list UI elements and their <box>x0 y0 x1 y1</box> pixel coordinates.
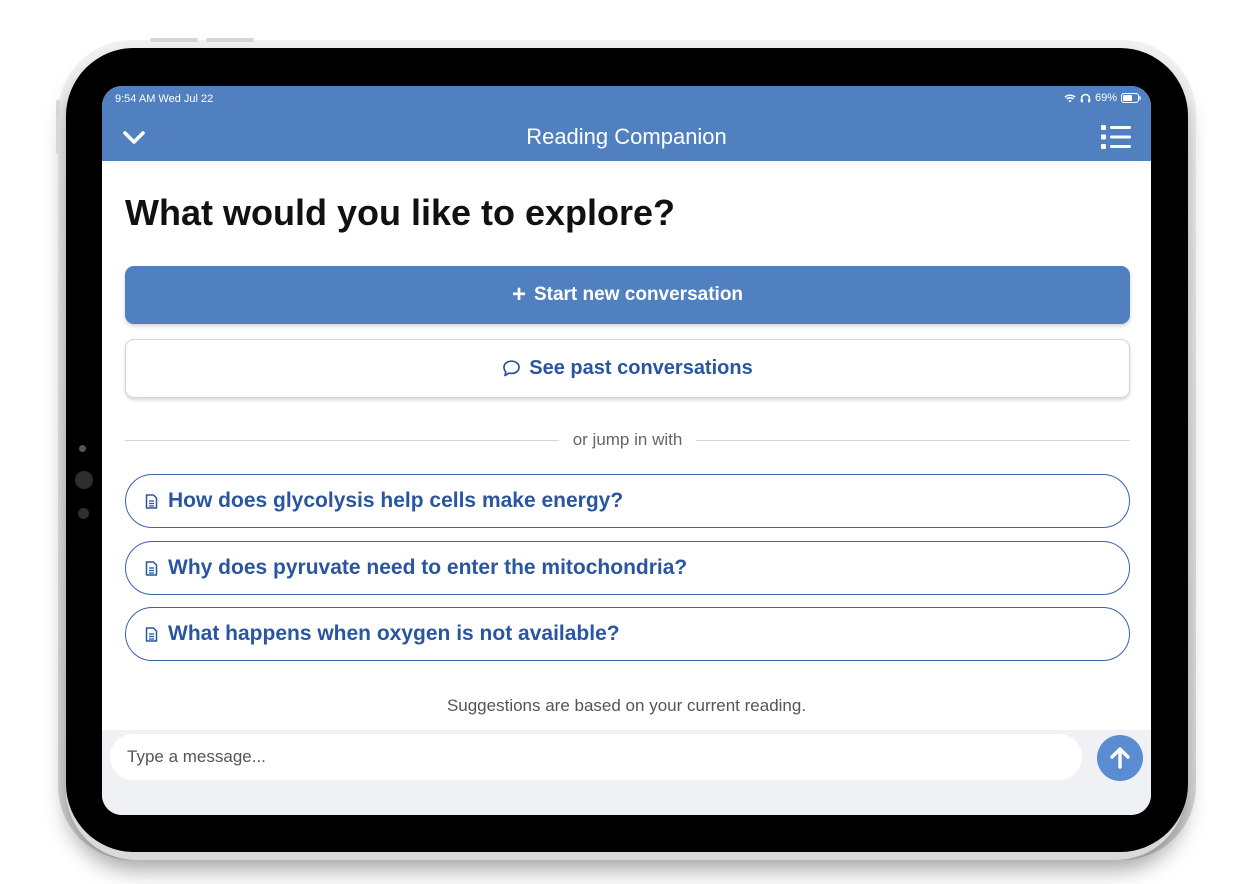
headphones-icon <box>1080 93 1091 103</box>
top-bar: 9:54 AM Wed Jul 22 69% Reading Companion <box>102 86 1151 161</box>
camera-sensor <box>78 508 89 519</box>
divider-line-right <box>696 439 1131 441</box>
document-icon <box>145 626 158 642</box>
section-divider: or jump in with <box>125 428 1131 452</box>
list-icon[interactable] <box>1100 124 1132 150</box>
document-icon <box>145 560 158 576</box>
suggestion-label: How does glycolysis help cells make ener… <box>168 489 624 512</box>
app-screen: 9:54 AM Wed Jul 22 69% Reading Companion <box>102 86 1151 815</box>
arrow-up-icon <box>1110 747 1130 769</box>
camera-dot-small <box>79 445 86 452</box>
plus-icon: + <box>511 281 526 308</box>
document-icon <box>145 493 158 509</box>
top-side-button <box>56 100 60 154</box>
camera-lens <box>75 471 93 489</box>
past-conversations-button[interactable]: See past conversations <box>125 339 1130 398</box>
suggestion-chip-2[interactable]: Why does pyruvate need to enter the mito… <box>125 541 1130 595</box>
start-conversation-label: Start new conversation <box>533 284 744 305</box>
divider-line-left <box>125 439 559 441</box>
suggestion-chip-1[interactable]: How does glycolysis help cells make ener… <box>125 474 1130 528</box>
suggestions-footnote: Suggestions are based on your current re… <box>446 696 807 715</box>
message-composer <box>102 730 1151 815</box>
message-input[interactable] <box>110 734 1082 780</box>
battery-icon <box>1121 93 1141 103</box>
volume-down-button <box>206 38 254 42</box>
divider-text: or jump in with <box>572 430 683 449</box>
send-button[interactable] <box>1097 735 1143 781</box>
past-conversations-label: See past conversations <box>529 357 753 379</box>
status-indicators: 69% <box>1064 92 1141 104</box>
suggestion-label: Why does pyruvate need to enter the mito… <box>168 556 688 579</box>
volume-up-button <box>150 38 198 42</box>
speech-bubble-icon <box>503 360 521 377</box>
page-heading: What would you like to explore? <box>125 192 676 233</box>
suggestion-label: What happens when oxygen is not availabl… <box>168 622 620 645</box>
battery-percent: 69% <box>1094 92 1117 104</box>
wifi-icon <box>1064 94 1076 103</box>
suggestion-chip-3[interactable]: What happens when oxygen is not availabl… <box>125 607 1130 661</box>
status-time: 9:54 AM Wed Jul 22 <box>115 93 214 105</box>
start-conversation-button[interactable]: + Start new conversation <box>125 266 1130 324</box>
nav-title: Reading Companion <box>526 124 727 149</box>
